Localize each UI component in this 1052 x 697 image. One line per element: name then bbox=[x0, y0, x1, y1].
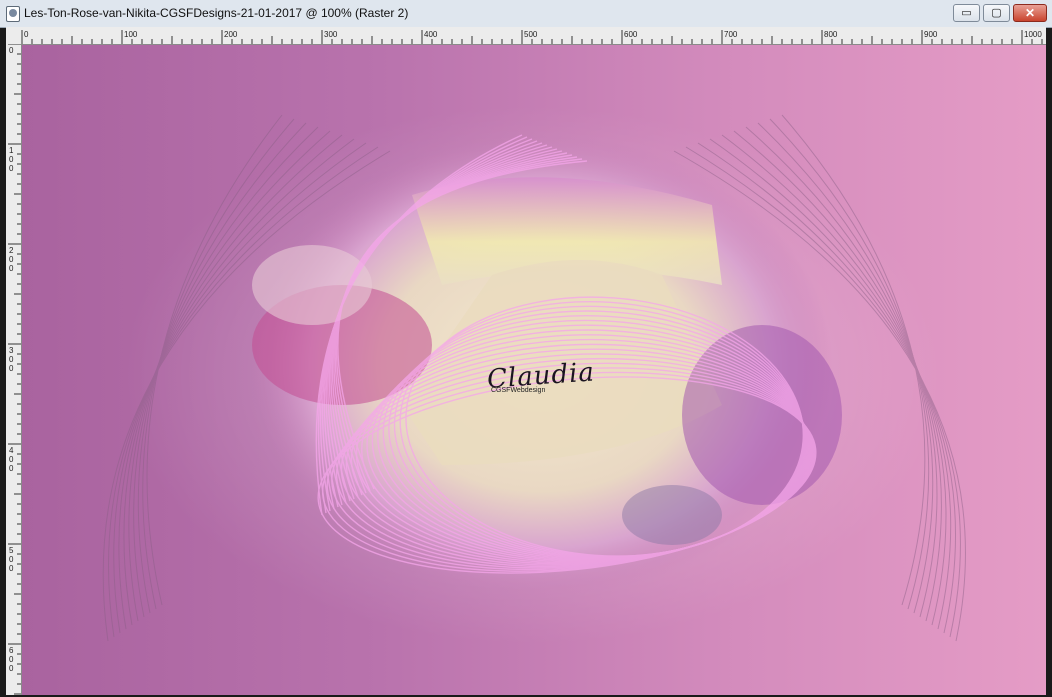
minimize-button[interactable]: ▭ bbox=[953, 4, 980, 22]
artwork bbox=[102, 105, 966, 645]
ruler-label: 800 bbox=[824, 30, 838, 39]
ruler-label: 0 bbox=[9, 564, 14, 573]
ruler-label: 0 bbox=[9, 555, 14, 564]
ruler-label: 0 bbox=[24, 30, 29, 39]
vertical-ruler-ticks: 0100200300400500600 bbox=[8, 44, 21, 695]
maximize-button[interactable]: ▢ bbox=[983, 4, 1010, 22]
ruler-label: 1000 bbox=[1024, 30, 1042, 39]
ruler-label: 0 bbox=[9, 155, 14, 164]
minimize-icon: ▭ bbox=[961, 7, 972, 19]
ruler-label: 900 bbox=[924, 30, 938, 39]
ruler-label: 0 bbox=[9, 664, 14, 673]
title-bar[interactable]: Les-Ton-Rose-van-Nikita-CGSFDesigns-21-0… bbox=[0, 0, 1052, 28]
ruler-label: 0 bbox=[9, 364, 14, 373]
close-icon: ✕ bbox=[1024, 6, 1036, 20]
image-canvas[interactable]: Claudia CGSFWebdesign bbox=[22, 45, 1046, 695]
ruler-label: 300 bbox=[324, 30, 338, 39]
ruler-label: 0 bbox=[9, 655, 14, 664]
ruler-label: 0 bbox=[9, 264, 14, 273]
document-icon[interactable] bbox=[6, 6, 20, 22]
ruler-label: 6 bbox=[9, 646, 14, 655]
ruler-label: 700 bbox=[724, 30, 738, 39]
window-title: Les-Ton-Rose-van-Nikita-CGSFDesigns-21-0… bbox=[24, 6, 409, 20]
ruler-label: 0 bbox=[9, 464, 14, 473]
maximize-icon: ▢ bbox=[991, 7, 1002, 19]
ruler-label: 5 bbox=[9, 546, 14, 555]
close-button[interactable]: ✕ bbox=[1013, 4, 1047, 22]
ruler-label: 0 bbox=[9, 455, 14, 464]
ruler-label: 600 bbox=[624, 30, 638, 39]
ruler-label: 0 bbox=[9, 355, 14, 364]
ruler-label: 0 bbox=[9, 255, 14, 264]
ruler-label: 4 bbox=[9, 446, 14, 455]
image-window: Les-Ton-Rose-van-Nikita-CGSFDesigns-21-0… bbox=[0, 0, 1052, 697]
horizontal-ruler[interactable]: 0 100 200 300 400 500 600 700 800 900 1000 bbox=[6, 27, 1046, 45]
ruler-label: 200 bbox=[224, 30, 238, 39]
ruler-label: 0 bbox=[9, 164, 14, 173]
ruler-label: 0 bbox=[9, 46, 14, 55]
rocks-right bbox=[622, 485, 722, 545]
ruler-label: 3 bbox=[9, 346, 14, 355]
ruler-label: 400 bbox=[424, 30, 438, 39]
vertical-ruler[interactable]: 0100200300400500600 bbox=[6, 44, 22, 695]
ruler-label: 2 bbox=[9, 246, 14, 255]
ruler-label: 1 bbox=[9, 146, 14, 155]
clouds-left bbox=[252, 245, 372, 325]
ruler-label: 500 bbox=[524, 30, 538, 39]
ruler-label: 100 bbox=[124, 30, 138, 39]
horizontal-ruler-ticks: 0 100 200 300 400 500 600 700 800 900 1000 bbox=[21, 30, 1043, 44]
